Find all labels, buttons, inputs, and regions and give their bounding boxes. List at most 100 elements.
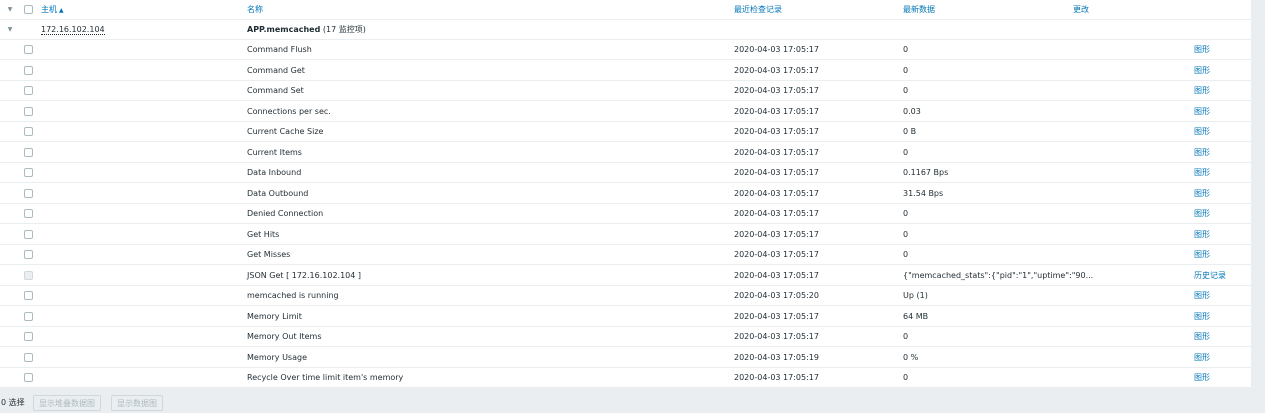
last-check-time: 2020-04-03 17:05:17 (734, 65, 819, 75)
latest-value: 0 (903, 65, 909, 75)
show-graph-button[interactable]: 显示数据图 (111, 395, 163, 411)
table-row: Current Items 2020-04-03 17:05:17 0 图形 (0, 143, 1251, 163)
row-checkbox[interactable] (24, 250, 33, 259)
latest-value: 0 % (903, 352, 919, 362)
graph-link[interactable]: 图形 (1194, 327, 1210, 347)
item-name: Command Set (247, 86, 304, 95)
latest-data-table: ▼ 主机 ▲ 名称 最近检查记录 最新数据 更改 ▼ 172.16.102.104… (0, 0, 1251, 388)
row-checkbox[interactable] (24, 86, 33, 95)
last-check-time: 2020-04-03 17:05:17 (734, 106, 819, 116)
last-check-time: 2020-04-03 17:05:17 (734, 373, 819, 382)
latest-value: 0 (903, 86, 909, 95)
last-check-time: 2020-04-03 17:05:17 (734, 168, 819, 177)
graph-link[interactable]: 图形 (1194, 348, 1210, 368)
graph-link[interactable]: 图形 (1194, 122, 1210, 142)
row-checkbox (24, 270, 33, 280)
row-checkbox[interactable] (24, 168, 33, 177)
item-name: Denied Connection (247, 209, 324, 218)
last-check-time: 2020-04-03 17:05:17 (734, 45, 819, 54)
latest-value: 0 (903, 250, 909, 259)
latest-value: 0 (903, 332, 909, 341)
show-stacked-graph-button[interactable]: 显示堆叠数据图 (33, 395, 101, 411)
last-check-time: 2020-04-03 17:05:17 (734, 229, 819, 239)
graph-link[interactable]: 图形 (1194, 143, 1210, 163)
row-checkbox[interactable] (24, 311, 33, 321)
latest-value: 0 (903, 209, 909, 218)
last-check-time: 2020-04-03 17:05:17 (734, 332, 819, 341)
table-row: Memory Usage 2020-04-03 17:05:19 0 % 图形 (0, 348, 1251, 368)
host-name[interactable]: 172.16.102.104 (41, 20, 105, 40)
collapse-group-icon[interactable]: ▼ (6, 20, 14, 40)
row-checkbox[interactable] (24, 127, 33, 136)
latest-data-header: 最新数据 (903, 5, 935, 14)
graph-link[interactable]: 图形 (1194, 163, 1210, 183)
table-row: Command Get 2020-04-03 17:05:17 0 图形 (0, 61, 1251, 81)
row-checkbox[interactable] (24, 352, 33, 362)
row-checkbox[interactable] (24, 291, 33, 300)
latest-data-view: ▼ 主机 ▲ 名称 最近检查记录 最新数据 更改 ▼ 172.16.102.104… (0, 0, 1265, 413)
last-check-time: 2020-04-03 17:05:17 (734, 311, 819, 321)
graph-link[interactable]: 图形 (1194, 286, 1210, 306)
table-header: ▼ 主机 ▲ 名称 最近检查记录 最新数据 更改 (0, 0, 1251, 20)
select-all-checkbox[interactable] (24, 5, 33, 14)
table-footer: 0 选择 显示堆叠数据图 显示数据图 (0, 394, 1265, 412)
graph-link[interactable]: 图形 (1194, 225, 1210, 245)
table-row: Command Flush 2020-04-03 17:05:17 0 图形 (0, 40, 1251, 60)
table-row: Get Hits 2020-04-03 17:05:17 0 图形 (0, 225, 1251, 245)
table-row: Denied Connection 2020-04-03 17:05:17 0 图形 (0, 204, 1251, 224)
latest-value: 0.03 (903, 106, 921, 116)
latest-value: 64 MB (903, 311, 929, 321)
item-name: Data Inbound (247, 168, 302, 177)
item-name: Get Misses (247, 250, 291, 259)
table-row: Memory Out Items 2020-04-03 17:05:17 0 图形 (0, 327, 1251, 347)
host-link[interactable]: 172.16.102.104 (41, 25, 105, 35)
latest-value: 0.1167 Bps (903, 168, 949, 177)
row-checkbox[interactable] (24, 373, 33, 382)
item-name: Memory Limit (247, 311, 302, 321)
graph-link[interactable]: 图形 (1194, 81, 1210, 101)
graph-link[interactable]: 图形 (1194, 368, 1210, 388)
sort-asc-icon: ▲ (59, 7, 64, 14)
graph-link[interactable]: 图形 (1194, 61, 1210, 81)
row-checkbox[interactable] (24, 65, 33, 75)
sort-host-link[interactable]: 主机 ▲ (41, 0, 64, 20)
item-name: memcached is running (247, 291, 339, 300)
last-check-time: 2020-04-03 17:05:17 (734, 209, 819, 218)
graph-link[interactable]: 图形 (1194, 40, 1210, 60)
application-label: APP.memcached (17 监控项) (247, 20, 366, 40)
table-row: Data Inbound 2020-04-03 17:05:17 0.1167 Bp… (0, 163, 1251, 183)
history-link[interactable]: 历史记录 (1194, 266, 1226, 286)
item-name: Command Get (247, 65, 305, 75)
row-checkbox[interactable] (24, 229, 33, 239)
host-column-label: 主机 (41, 5, 57, 14)
graph-link[interactable]: 图形 (1194, 204, 1210, 224)
last-check-time: 2020-04-03 17:05:17 (734, 147, 819, 157)
row-checkbox[interactable] (24, 209, 33, 218)
graph-link[interactable]: 图形 (1194, 307, 1210, 327)
latest-value: 0 (903, 229, 909, 239)
collapse-all-icon[interactable]: ▼ (6, 0, 14, 20)
graph-link[interactable]: 图形 (1194, 184, 1210, 204)
last-check-time: 2020-04-03 17:05:17 (734, 127, 819, 136)
graph-link[interactable]: 图形 (1194, 245, 1210, 265)
last-check-time: 2020-04-03 17:05:17 (734, 86, 819, 95)
latest-value: 0 (903, 45, 909, 54)
sort-name-link[interactable]: 名称 (247, 0, 263, 20)
row-checkbox[interactable] (24, 106, 33, 116)
item-name: Data Outbound (247, 188, 309, 198)
application-group-row: ▼ 172.16.102.104 APP.memcached (17 监控项) (0, 20, 1251, 40)
row-checkbox[interactable] (24, 188, 33, 198)
row-checkbox[interactable] (24, 332, 33, 341)
graph-link[interactable]: 图形 (1194, 102, 1210, 122)
sort-last-check-link[interactable]: 最近检查记录 (734, 0, 782, 20)
table-row: Current Cache Size 2020-04-03 17:05:17 0 B… (0, 122, 1251, 142)
selected-count: 0 选择 (1, 398, 25, 407)
table-row: JSON Get [ 172.16.102.104 ] 2020-04-03 17… (0, 266, 1251, 286)
row-checkbox[interactable] (24, 45, 33, 54)
row-checkbox[interactable] (24, 147, 33, 157)
last-check-time: 2020-04-03 17:05:17 (734, 188, 819, 198)
item-name: JSON Get [ 172.16.102.104 ] (247, 270, 362, 280)
item-name: Connections per sec. (247, 106, 331, 116)
table-row: Command Set 2020-04-03 17:05:17 0 图形 (0, 81, 1251, 101)
latest-value: 0 B (903, 127, 917, 136)
